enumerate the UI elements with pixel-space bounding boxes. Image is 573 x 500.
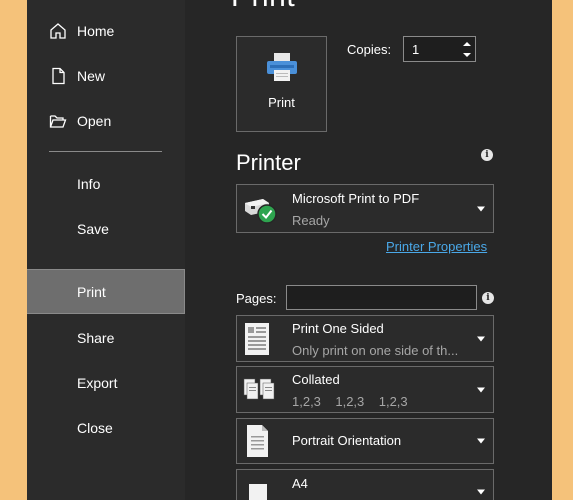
pages-input[interactable] bbox=[286, 285, 477, 310]
page-title: Print bbox=[231, 0, 295, 14]
sidebar-item-label: Home bbox=[77, 22, 115, 39]
sidebar-item-print[interactable]: Print bbox=[27, 269, 185, 314]
backstage-window: Home New Open Info Save Print Share Expo… bbox=[27, 0, 552, 500]
sidebar-item-label: Close bbox=[77, 419, 113, 436]
sidebar-item-label: Print bbox=[77, 283, 106, 300]
printer-section-title: Printer bbox=[236, 150, 301, 175]
sidebar-item-info[interactable]: Info bbox=[27, 161, 185, 206]
sidebar-item-share[interactable]: Share bbox=[27, 315, 185, 360]
sidebar-item-open[interactable]: Open bbox=[27, 98, 185, 143]
chevron-down-icon bbox=[477, 387, 485, 392]
one-sided-page-icon bbox=[245, 322, 269, 355]
print-sides-dropdown[interactable]: Print One Sided Only print on one side o… bbox=[236, 315, 494, 362]
chevron-down-icon bbox=[477, 438, 485, 444]
info-icon[interactable]: i bbox=[481, 149, 493, 161]
chevron-down-icon bbox=[477, 489, 485, 495]
chevron-down-icon bbox=[477, 336, 485, 341]
increment-arrow-icon[interactable] bbox=[463, 41, 471, 47]
sidebar-item-label: New bbox=[77, 67, 106, 84]
collated-pages-icon bbox=[243, 378, 275, 399]
pages-label: Pages: bbox=[236, 291, 277, 306]
collation-sub: 1,2,3 1,2,3 1,2,3 bbox=[292, 394, 408, 409]
sidebar-item-export[interactable]: Export bbox=[27, 360, 185, 405]
decrement-arrow-icon[interactable] bbox=[463, 52, 471, 58]
paper-size-dropdown[interactable]: A4 bbox=[236, 469, 494, 500]
print-pane: Print Print Copies: 1 Printer i bbox=[185, 0, 552, 500]
orientation-dropdown[interactable]: Portrait Orientation bbox=[236, 418, 494, 464]
sidebar-item-label: Export bbox=[77, 374, 118, 391]
open-folder-icon bbox=[49, 114, 67, 128]
sidebar-item-label: Open bbox=[77, 112, 112, 129]
printer-icon bbox=[266, 53, 297, 81]
chevron-down-icon bbox=[477, 206, 485, 211]
printer-properties-link[interactable]: Printer Properties bbox=[386, 239, 487, 254]
sidebar-item-close[interactable]: Close bbox=[27, 405, 185, 450]
print-button-label: Print bbox=[268, 95, 295, 110]
sidebar-item-label: Save bbox=[77, 220, 109, 237]
backstage-sidebar: Home New Open Info Save Print Share Expo… bbox=[27, 0, 185, 500]
sidebar-item-new[interactable]: New bbox=[27, 53, 185, 98]
home-icon bbox=[50, 22, 66, 39]
printer-status: Ready bbox=[292, 213, 330, 228]
print-button[interactable]: Print bbox=[236, 36, 327, 132]
paper-main: A4 bbox=[292, 476, 308, 491]
sides-sub: Only print on one side of th... bbox=[292, 343, 459, 358]
orientation-main: Portrait Orientation bbox=[292, 433, 402, 448]
sidebar-divider bbox=[49, 151, 162, 152]
collation-dropdown[interactable]: Collated 1,2,3 1,2,3 1,2,3 bbox=[236, 366, 494, 413]
collation-main: Collated bbox=[292, 372, 340, 387]
copies-stepper[interactable]: 1 bbox=[403, 36, 476, 62]
info-icon[interactable]: i bbox=[482, 292, 494, 304]
sides-main: Print One Sided bbox=[292, 321, 384, 336]
printer-dropdown[interactable]: Microsoft Print to PDF Ready bbox=[236, 184, 494, 233]
printer-name: Microsoft Print to PDF bbox=[292, 191, 420, 206]
printer-ready-icon bbox=[245, 198, 277, 224]
portrait-page-icon bbox=[247, 425, 268, 457]
new-document-icon bbox=[52, 67, 65, 84]
sidebar-item-home[interactable]: Home bbox=[27, 8, 185, 53]
copies-label: Copies: bbox=[347, 42, 392, 57]
copies-value: 1 bbox=[412, 42, 420, 57]
sidebar-item-save[interactable]: Save bbox=[27, 206, 185, 251]
sidebar-item-label: Share bbox=[77, 329, 115, 346]
paper-size-icon bbox=[249, 484, 267, 500]
sidebar-item-label: Info bbox=[77, 175, 101, 192]
